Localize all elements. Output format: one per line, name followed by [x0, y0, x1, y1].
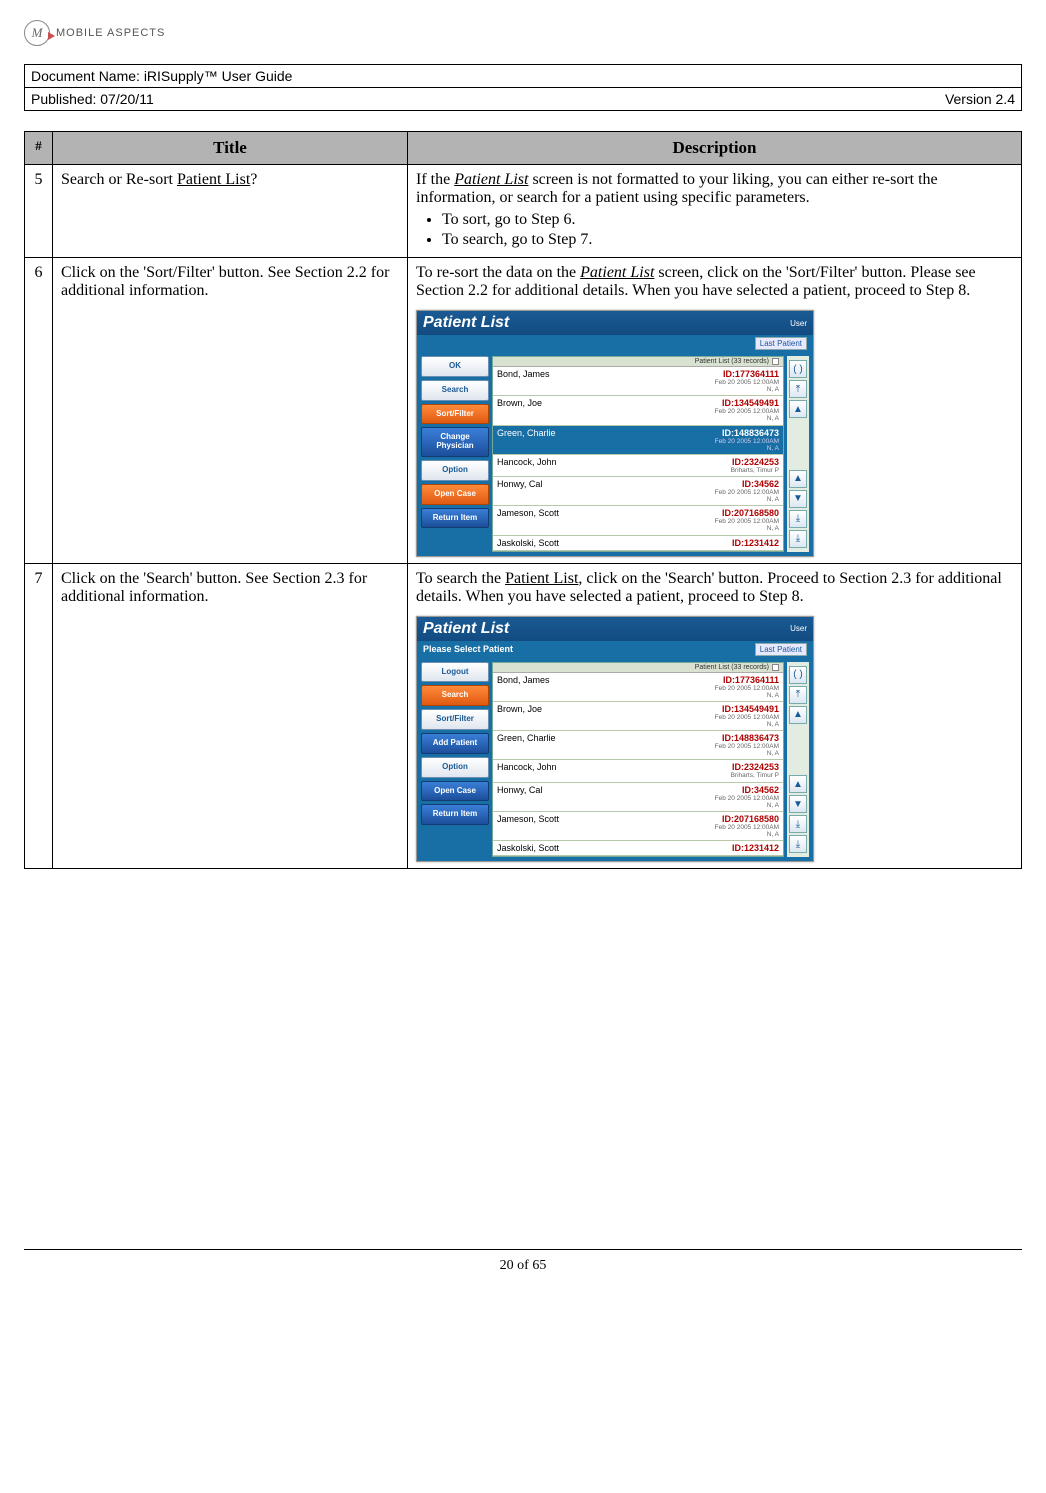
mini-list-row[interactable]: Hancock, John ID:2324253 Briharts, Timur… [493, 455, 783, 477]
doc-published: Published: 07/20/11 [31, 91, 154, 107]
scroll-button[interactable]: ⤓ [789, 530, 807, 548]
mini-list-row[interactable]: Hancock, John ID:2324253 Briharts, Timur… [493, 760, 783, 782]
mini-list: Patient List (33 records) Bond, James ID… [492, 662, 784, 858]
step-num: 6 [25, 258, 53, 564]
mini-list-row[interactable]: Bond, James ID:177364111 Feb 20 2005 12:… [493, 367, 783, 396]
col-title: Title [53, 132, 408, 165]
bullet-item: To search, go to Step 7. [442, 231, 1013, 249]
mini-list-row[interactable]: Honwy, Cal ID:34562 Feb 20 2005 12:00AMN… [493, 477, 783, 506]
step-title: Search or Re-sort Patient List? [53, 165, 408, 258]
logo: M MOBILE ASPECTS [24, 20, 1022, 46]
mini-list-row[interactable]: Brown, Joe ID:134549491 Feb 20 2005 12:0… [493, 702, 783, 731]
mini-sidebar-button[interactable]: OK [421, 356, 489, 377]
scroll-button[interactable]: ⤒ [789, 380, 807, 398]
mini-title: Patient List [423, 620, 509, 638]
step-desc: To re-sort the data on the Patient List … [408, 258, 1022, 564]
mini-scrollbar: ( ) ⤒ ▲ ▲ ▼ ⤓ ⤓ [787, 356, 809, 552]
scroll-button[interactable]: ⤓ [789, 835, 807, 853]
mini-list-row[interactable]: Jaskolski, Scott ID:1231412 [493, 536, 783, 551]
mini-list-row[interactable]: Honwy, Cal ID:34562 Feb 20 2005 12:00AMN… [493, 783, 783, 812]
mini-list-row[interactable]: Jaskolski, Scott ID:1231412 [493, 841, 783, 856]
mini-sidebar-button[interactable]: Option [421, 757, 489, 778]
step-num: 7 [25, 563, 53, 869]
mini-sidebar-button[interactable]: Open Case [421, 781, 489, 802]
step-title: Click on the 'Sort/Filter' button. See S… [53, 258, 408, 564]
scroll-button[interactable]: ▲ [789, 400, 807, 418]
mini-list-row[interactable]: Brown, Joe ID:134549491 Feb 20 2005 12:0… [493, 396, 783, 425]
mini-screenshot: Patient List User Please Select Patient … [416, 616, 814, 863]
scroll-button[interactable]: ▲ [789, 706, 807, 724]
step-desc: If the Patient List screen is not format… [408, 165, 1022, 258]
mini-user: User [790, 319, 807, 328]
mini-sidebar-button[interactable]: Return Item [421, 508, 489, 529]
mini-sidebar-button[interactable]: Option [421, 460, 489, 481]
page-number: 20 of 65 [24, 1258, 1022, 1274]
mini-sidebar-button[interactable]: Logout [421, 662, 489, 683]
mini-sidebar-button[interactable]: Sort/Filter [421, 404, 489, 425]
mini-sidebar: LogoutSearch Sort/Filter Add Patient Option… [421, 662, 489, 858]
mini-sidebar: OK Search Sort/FilterChange Physician Optio… [421, 356, 489, 552]
last-patient-button[interactable]: Last Patient [755, 337, 807, 350]
step-title: Click on the 'Search' button. See Sectio… [53, 563, 408, 869]
step-desc: To search the Patient List, click on the… [408, 563, 1022, 869]
bullet-item: To sort, go to Step 6. [442, 211, 1013, 229]
mini-sidebar-button[interactable]: Add Patient [421, 733, 489, 754]
mini-screenshot: Patient List User Last Patient OK Search S… [416, 310, 814, 557]
footer-rule [24, 1249, 1022, 1250]
mini-list-row[interactable]: Green, Charlie ID:148836473 Feb 20 2005 … [493, 731, 783, 760]
mini-sidebar-button[interactable]: Return Item [421, 804, 489, 825]
mini-list: Patient List (33 records) Bond, James ID… [492, 356, 784, 552]
logo-icon: M [24, 20, 50, 46]
mini-sidebar-button[interactable]: Search [421, 380, 489, 401]
last-patient-button[interactable]: Last Patient [755, 643, 807, 656]
table-row: 7 Click on the 'Search' button. See Sect… [25, 563, 1022, 869]
scroll-button[interactable]: ▲ [789, 775, 807, 793]
scroll-button[interactable]: ( ) [789, 360, 807, 378]
mini-list-row[interactable]: Jameson, Scott ID:207168580 Feb 20 2005 … [493, 812, 783, 841]
scroll-button[interactable]: ⤒ [789, 686, 807, 704]
scroll-button[interactable]: ▲ [789, 470, 807, 488]
doc-header: Document Name: iRISupply™ User Guide Pub… [24, 64, 1022, 111]
mini-title: Patient List [423, 314, 509, 332]
mini-sidebar-button[interactable]: Sort/Filter [421, 709, 489, 730]
mini-user: User [790, 624, 807, 633]
mini-sidebar-button[interactable]: Search [421, 685, 489, 706]
logo-text: MOBILE ASPECTS [56, 27, 165, 39]
dropdown-icon[interactable] [772, 358, 779, 365]
doc-name: Document Name: iRISupply™ User Guide [25, 65, 1021, 88]
steps-table: # Title Description 5 Search or Re-sort … [24, 131, 1022, 869]
mini-list-row[interactable]: Green, Charlie ID:148836473 Feb 20 2005 … [493, 426, 783, 455]
mini-sidebar-button[interactable]: Change Physician [421, 427, 489, 457]
scroll-button[interactable]: ( ) [789, 666, 807, 684]
scroll-button[interactable]: ▼ [789, 795, 807, 813]
scroll-button[interactable]: ⤓ [789, 815, 807, 833]
col-desc: Description [408, 132, 1022, 165]
mini-list-row[interactable]: Jameson, Scott ID:207168580 Feb 20 2005 … [493, 506, 783, 535]
dropdown-icon[interactable] [772, 664, 779, 671]
mini-subtitle: Please Select Patient [423, 644, 513, 654]
table-row: 6 Click on the 'Sort/Filter' button. See… [25, 258, 1022, 564]
table-row: 5 Search or Re-sort Patient List? If the… [25, 165, 1022, 258]
mini-scrollbar: ( ) ⤒ ▲ ▲ ▼ ⤓ ⤓ [787, 662, 809, 858]
scroll-button[interactable]: ⤓ [789, 510, 807, 528]
mini-list-row[interactable]: Bond, James ID:177364111 Feb 20 2005 12:… [493, 673, 783, 702]
step-num: 5 [25, 165, 53, 258]
scroll-button[interactable]: ▼ [789, 490, 807, 508]
doc-version: Version 2.4 [945, 91, 1015, 107]
col-num: # [25, 132, 53, 165]
mini-sidebar-button[interactable]: Open Case [421, 484, 489, 505]
